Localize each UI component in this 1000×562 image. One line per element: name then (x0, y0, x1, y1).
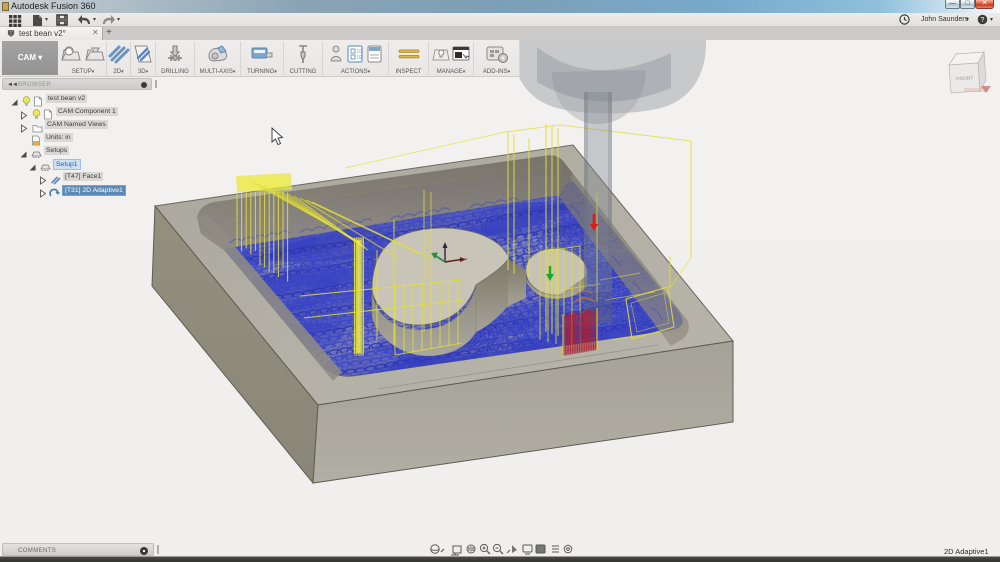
svg-text:?: ? (981, 17, 985, 24)
svg-text:02: 02 (357, 55, 363, 61)
svg-text:FRONT: FRONT (956, 75, 974, 82)
